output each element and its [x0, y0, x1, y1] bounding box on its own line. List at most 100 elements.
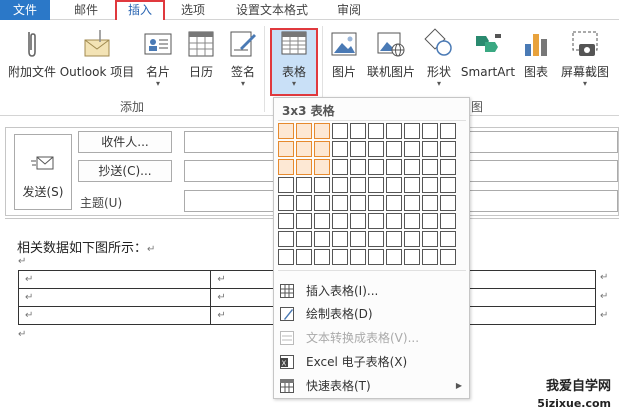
table-grid-cell[interactable] — [386, 231, 402, 247]
table-grid-cell[interactable] — [386, 159, 402, 175]
table-grid-cell[interactable] — [440, 141, 456, 157]
table-grid-cell[interactable] — [440, 213, 456, 229]
table-grid-cell[interactable] — [332, 213, 348, 229]
table-grid-cell[interactable] — [404, 141, 420, 157]
excel-spreadsheet-menu-item[interactable]: X Excel 电子表格(X) — [280, 352, 466, 372]
table-grid-cell[interactable] — [422, 231, 438, 247]
table-grid-cell[interactable] — [278, 141, 294, 157]
table-grid-cell[interactable] — [404, 123, 420, 139]
table-grid-cell[interactable] — [422, 123, 438, 139]
screenshot-button[interactable]: 屏幕截图 ▾ — [557, 28, 613, 88]
table-grid-cell[interactable] — [350, 231, 366, 247]
table-grid-cell[interactable] — [440, 177, 456, 193]
table-grid-cell[interactable] — [350, 249, 366, 265]
cc-button[interactable]: 抄送(C)... — [78, 160, 172, 182]
table-grid-cell[interactable] — [386, 141, 402, 157]
table-grid-cell[interactable] — [296, 231, 312, 247]
table-grid-cell[interactable] — [350, 177, 366, 193]
table-grid-cell[interactable] — [314, 159, 330, 175]
tab-insert[interactable]: 插入 — [115, 0, 165, 20]
table-grid-cell[interactable] — [296, 123, 312, 139]
table-grid-cell[interactable] — [440, 249, 456, 265]
outlook-item-button[interactable]: Outlook 项目 — [59, 28, 135, 80]
table-grid-cell[interactable] — [422, 249, 438, 265]
table-grid-cell[interactable] — [368, 159, 384, 175]
calendar-button[interactable]: 日历 — [184, 28, 218, 80]
table-cell[interactable]: ↵ — [17, 306, 212, 325]
table-grid-cell[interactable] — [386, 123, 402, 139]
insert-table-menu-item[interactable]: 插入表格(I)... — [280, 281, 466, 301]
table-grid-cell[interactable] — [368, 141, 384, 157]
table-grid-cell[interactable] — [350, 195, 366, 211]
table-grid-cell[interactable] — [350, 123, 366, 139]
tab-file[interactable]: 文件 — [0, 0, 50, 20]
table-grid-cell[interactable] — [350, 159, 366, 175]
table-grid-cell[interactable] — [422, 177, 438, 193]
table-grid-cell[interactable] — [296, 249, 312, 265]
table-grid-cell[interactable] — [278, 231, 294, 247]
table-grid-cell[interactable] — [440, 195, 456, 211]
table-button-content[interactable]: 表格 ▾ — [272, 28, 316, 88]
table-size-grid[interactable] — [278, 123, 456, 265]
table-cell[interactable]: ↵ — [17, 270, 212, 289]
table-grid-cell[interactable] — [422, 141, 438, 157]
table-grid-cell[interactable] — [422, 159, 438, 175]
table-grid-cell[interactable] — [296, 159, 312, 175]
table-grid-cell[interactable] — [404, 159, 420, 175]
chart-button[interactable]: 图表 — [520, 28, 552, 80]
table-grid-cell[interactable] — [386, 249, 402, 265]
table-grid-cell[interactable] — [278, 123, 294, 139]
table-grid-cell[interactable] — [296, 177, 312, 193]
table-grid-cell[interactable] — [332, 231, 348, 247]
table-grid-cell[interactable] — [404, 177, 420, 193]
picture-button[interactable]: 图片 — [327, 28, 361, 80]
online-picture-button[interactable]: 联机图片 — [365, 28, 417, 80]
table-grid-cell[interactable] — [404, 249, 420, 265]
table-grid-cell[interactable] — [386, 195, 402, 211]
table-grid-cell[interactable] — [404, 195, 420, 211]
table-grid-cell[interactable] — [440, 159, 456, 175]
shapes-button[interactable]: 形状 ▾ — [422, 28, 456, 88]
tab-options[interactable]: 选项 — [175, 0, 211, 20]
table-grid-cell[interactable] — [314, 213, 330, 229]
quick-tables-menu-item[interactable]: 快速表格(T) ▶ — [280, 376, 466, 396]
table-grid-cell[interactable] — [350, 213, 366, 229]
to-button[interactable]: 收件人... — [78, 131, 172, 153]
table-grid-cell[interactable] — [314, 177, 330, 193]
table-grid-cell[interactable] — [278, 213, 294, 229]
table-grid-cell[interactable] — [422, 213, 438, 229]
table-grid-cell[interactable] — [314, 141, 330, 157]
table-grid-cell[interactable] — [368, 177, 384, 193]
table-grid-cell[interactable] — [440, 123, 456, 139]
tab-mail[interactable]: 邮件 — [68, 0, 104, 20]
table-grid-cell[interactable] — [296, 195, 312, 211]
table-grid-cell[interactable] — [314, 249, 330, 265]
send-button[interactable]: 发送(S) — [14, 134, 72, 210]
table-grid-cell[interactable] — [422, 195, 438, 211]
table-grid-cell[interactable] — [332, 141, 348, 157]
table-grid-cell[interactable] — [332, 195, 348, 211]
table-grid-cell[interactable] — [296, 213, 312, 229]
table-grid-cell[interactable] — [332, 123, 348, 139]
table-grid-cell[interactable] — [278, 177, 294, 193]
draw-table-menu-item[interactable]: 绘制表格(D) — [280, 304, 466, 324]
table-grid-cell[interactable] — [278, 249, 294, 265]
attach-file-button[interactable]: 附加文件 — [5, 28, 59, 80]
table-grid-cell[interactable] — [314, 195, 330, 211]
table-grid-cell[interactable] — [368, 213, 384, 229]
tab-format-text[interactable]: 设置文本格式 — [230, 0, 314, 20]
table-grid-cell[interactable] — [350, 141, 366, 157]
table-grid-cell[interactable] — [368, 249, 384, 265]
table-grid-cell[interactable] — [368, 231, 384, 247]
table-grid-cell[interactable] — [368, 123, 384, 139]
table-grid-cell[interactable] — [368, 195, 384, 211]
table-cell[interactable]: ↵ — [17, 288, 212, 307]
business-card-button[interactable]: 名片 ▾ — [140, 28, 176, 88]
table-grid-cell[interactable] — [332, 177, 348, 193]
table-grid-cell[interactable] — [404, 231, 420, 247]
table-grid-cell[interactable] — [332, 159, 348, 175]
table-grid-cell[interactable] — [386, 177, 402, 193]
signature-button[interactable]: 签名 ▾ — [226, 28, 260, 88]
table-grid-cell[interactable] — [278, 159, 294, 175]
table-grid-cell[interactable] — [386, 213, 402, 229]
